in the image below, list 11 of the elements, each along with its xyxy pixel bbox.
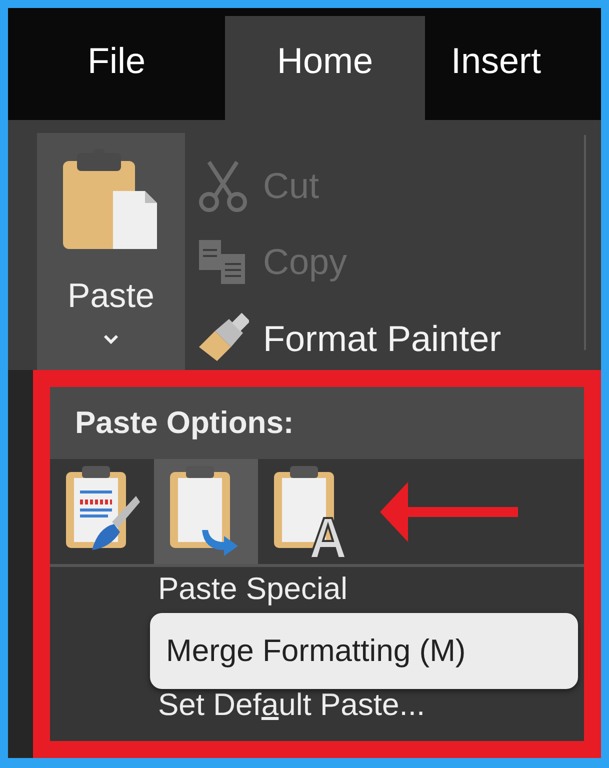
paste-option-button[interactable] — [154, 459, 258, 564]
menu-item[interactable]: Set Default Paste... — [158, 687, 584, 723]
ribbon-command[interactable]: Format Painter — [197, 308, 502, 370]
chevron-down-icon — [103, 334, 119, 344]
tooltip: Merge Formatting (M) — [150, 613, 578, 689]
scissors-icon — [197, 160, 249, 212]
paste-button[interactable]: Paste — [37, 133, 185, 370]
menu-heading: Paste Options: — [75, 404, 294, 442]
arrow-icon — [380, 482, 520, 542]
ribbon-tab[interactable]: Home — [225, 16, 425, 120]
menu-item[interactable]: Paste Special — [158, 571, 584, 607]
